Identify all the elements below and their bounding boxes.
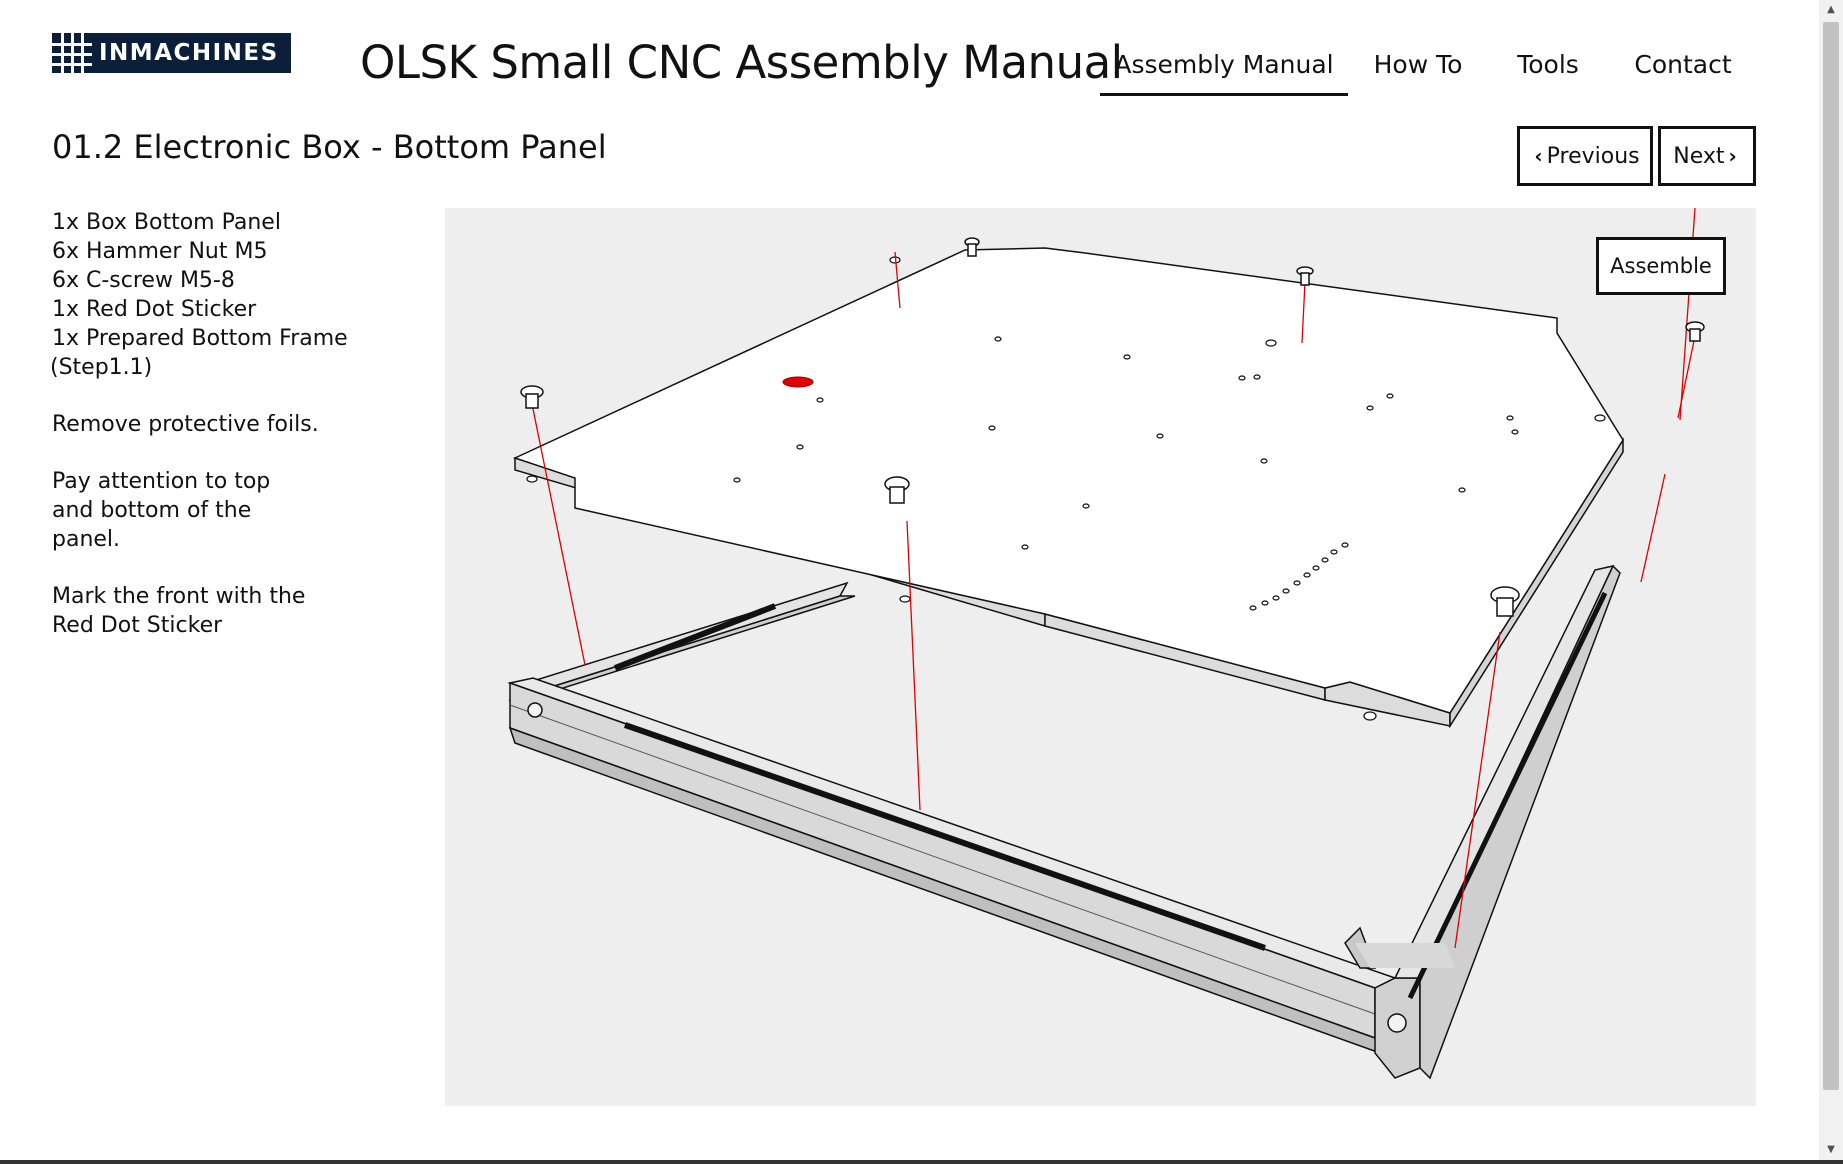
note-red-dot: Mark the front with the Red Dot Sticker bbox=[52, 584, 306, 638]
scrollbar-thumb[interactable] bbox=[1823, 22, 1839, 1090]
c-screw bbox=[1685, 321, 1705, 342]
part-item: (Step1.1) bbox=[50, 355, 153, 380]
grid-logo-icon bbox=[52, 33, 92, 73]
nav-contact[interactable]: Contact bbox=[1608, 46, 1758, 96]
step-title: 01.2 Electronic Box - Bottom Panel bbox=[52, 128, 607, 166]
window-bottom-edge bbox=[0, 1160, 1843, 1164]
vertical-scrollbar[interactable]: ▲ ▼ bbox=[1819, 0, 1843, 1160]
logo-text: INMACHINES bbox=[91, 33, 291, 73]
part-item: 6x C-screw M5-8 bbox=[52, 268, 235, 293]
nav-how-to[interactable]: How To bbox=[1348, 46, 1488, 96]
part-item: 1x Box Bottom Panel bbox=[52, 210, 281, 235]
parts-list: 1x Box Bottom Panel 6x Hammer Nut M5 6x … bbox=[50, 208, 382, 382]
note-remove-foils: Remove protective foils. bbox=[52, 412, 319, 437]
inmachines-logo[interactable]: INMACHINES bbox=[52, 33, 291, 73]
model-viewer[interactable] bbox=[445, 208, 1756, 1106]
part-item: 6x Hammer Nut M5 bbox=[52, 239, 268, 264]
assemble-button[interactable]: Assemble bbox=[1596, 237, 1726, 295]
assembly-illustration bbox=[507, 208, 1705, 1080]
site-title: OLSK Small CNC Assembly Manual bbox=[360, 36, 1123, 89]
nav-tools[interactable]: Tools bbox=[1488, 46, 1608, 96]
part-item: 1x Red Dot Sticker bbox=[52, 297, 257, 322]
c-screw bbox=[520, 385, 544, 409]
scroll-down-icon[interactable]: ▼ bbox=[1819, 1140, 1843, 1160]
next-button[interactable]: Next › bbox=[1658, 126, 1756, 186]
red-dot-sticker bbox=[782, 376, 814, 388]
next-label: Next bbox=[1673, 143, 1725, 169]
page: INMACHINES OLSK Small CNC Assembly Manua… bbox=[0, 0, 1818, 1160]
part-item: 1x Prepared Bottom Frame bbox=[52, 326, 348, 351]
nav-assembly-manual[interactable]: Assembly Manual bbox=[1100, 46, 1348, 96]
scroll-up-icon[interactable]: ▲ bbox=[1819, 0, 1843, 20]
note-top-bottom: Pay attention to top and bottom of the p… bbox=[52, 469, 271, 552]
step-instructions: 1x Box Bottom Panel 6x Hammer Nut M5 6x … bbox=[50, 208, 382, 668]
box-bottom-panel bbox=[512, 247, 1624, 729]
previous-button[interactable]: ‹ Previous bbox=[1517, 126, 1653, 186]
previous-label: Previous bbox=[1546, 143, 1640, 169]
chevron-right-icon: › bbox=[1728, 144, 1737, 168]
chevron-left-icon: ‹ bbox=[1534, 144, 1543, 168]
main-nav: Assembly Manual How To Tools Contact bbox=[1100, 46, 1758, 96]
